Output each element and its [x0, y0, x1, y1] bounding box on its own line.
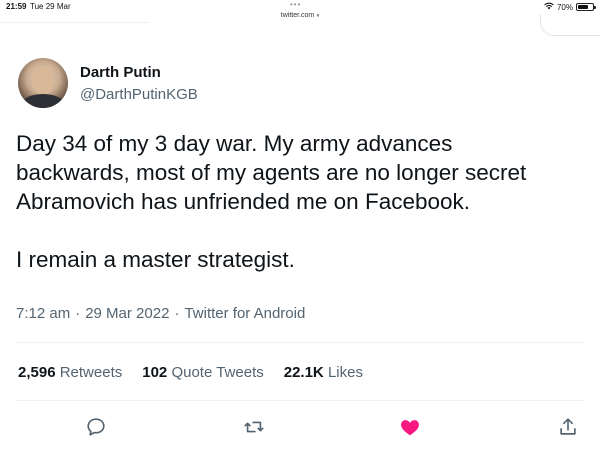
multitasking-dots-icon[interactable]: •••	[290, 0, 301, 9]
likes-stat[interactable]: 22.1K Likes	[284, 364, 363, 381]
tweet-time[interactable]: 7:12 am	[16, 305, 70, 322]
status-right: 70%	[544, 2, 596, 12]
avatar[interactable]	[18, 58, 68, 108]
tweet-stats: 2,596 Retweets 102 Quote Tweets 22.1K Li…	[18, 364, 363, 381]
meta-separator: ·	[174, 305, 180, 322]
divider	[16, 342, 584, 343]
status-time: 21:59	[6, 2, 27, 11]
tweet-source[interactable]: Twitter for Android	[184, 305, 305, 322]
divider	[16, 400, 584, 401]
quote-count: 102	[142, 364, 168, 381]
battery-level	[578, 5, 588, 9]
tweet-line: backwards, most of my agents are no long…	[16, 160, 527, 185]
likes-count: 22.1K	[283, 364, 324, 381]
avatar-face	[32, 66, 54, 94]
quote-label: Quote Tweets	[171, 364, 264, 381]
url-text: twitter.com	[280, 12, 315, 19]
heart-icon	[399, 416, 421, 443]
retweets-count: 2,596	[18, 364, 56, 381]
avatar-suit	[22, 94, 64, 108]
tweet-line: Day 34 of my 3 day war. My army advances	[16, 131, 453, 156]
reply-button[interactable]	[82, 415, 110, 443]
tweet-actions	[0, 415, 600, 445]
wifi-icon	[544, 2, 554, 12]
tweet-line: Abramovich has unfriended me on Facebook…	[16, 189, 471, 214]
retweet-button[interactable]	[240, 415, 268, 443]
like-button[interactable]	[396, 415, 424, 443]
tweet-paragraph-2: I remain a master strategist.	[16, 247, 295, 272]
author-handle[interactable]: @DarthPutinKGB	[80, 86, 198, 103]
url-bar[interactable]: twitter.com ⏸︎	[0, 12, 600, 20]
tweet-paragraph-1: Day 34 of my 3 day war. My army advances…	[16, 129, 596, 216]
retweets-stat[interactable]: 2,596 Retweets	[18, 364, 122, 381]
top-right-card-edge	[540, 14, 600, 36]
tweet-date[interactable]: 29 Mar 2022	[85, 305, 169, 322]
status-date: Tue 29 Mar	[30, 2, 71, 11]
battery-icon	[576, 3, 596, 11]
tweet-text: Day 34 of my 3 day war. My army advances…	[16, 129, 596, 274]
tweet-meta: 7:12 am · 29 Mar 2022 · Twitter for Andr…	[16, 305, 305, 322]
share-icon	[557, 416, 579, 443]
reply-icon	[85, 416, 107, 443]
retweet-icon	[243, 416, 265, 443]
quote-tweets-stat[interactable]: 102 Quote Tweets	[142, 364, 263, 381]
author-display-name[interactable]: Darth Putin	[80, 64, 161, 81]
top-divider	[0, 22, 150, 23]
lock-icon: ⏸︎	[316, 13, 320, 19]
likes-label: Likes	[327, 364, 363, 381]
battery-percent: 70%	[556, 2, 573, 12]
share-button[interactable]	[554, 415, 582, 443]
meta-separator: ·	[75, 305, 81, 322]
retweets-label: Retweets	[59, 364, 123, 381]
